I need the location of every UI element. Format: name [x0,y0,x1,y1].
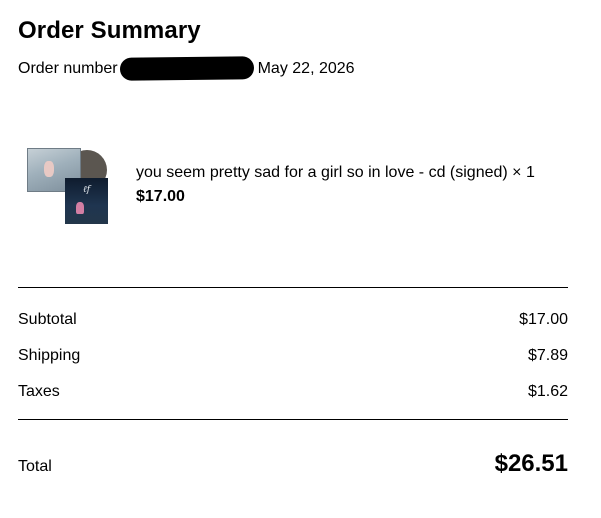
shipping-label: Shipping [18,347,81,364]
taxes-row: Taxes $1.62 [18,383,568,401]
taxes-value: $1.62 [527,383,568,400]
subtotal-value: $17.00 [519,311,568,328]
order-number-label: Order number [18,59,118,77]
total-row: Total $26.51 [18,450,568,478]
product-thumbnail: ℓf [27,148,109,224]
signed-card-image: ℓf [65,178,108,224]
order-info-line: Order number May 22, 2026 [18,56,355,81]
shipping-value: $7.89 [527,347,568,364]
divider-bottom [18,419,568,420]
redacted-order-number [119,56,254,81]
product-price: $17.00 [136,188,185,205]
total-value: $26.51 [494,450,568,477]
total-label: Total [18,458,52,475]
card-signature: ℓf [83,185,91,195]
order-summary-title: Order Summary [18,17,201,44]
shipping-row: Shipping $7.89 [18,347,568,365]
order-date: May 22, 2026 [257,59,355,77]
subtotal-row: Subtotal $17.00 [18,311,568,329]
taxes-label: Taxes [18,383,60,400]
subtotal-label: Subtotal [18,311,77,328]
product-name: you seem pretty sad for a girl so in lov… [136,164,535,181]
divider-top [18,287,568,288]
